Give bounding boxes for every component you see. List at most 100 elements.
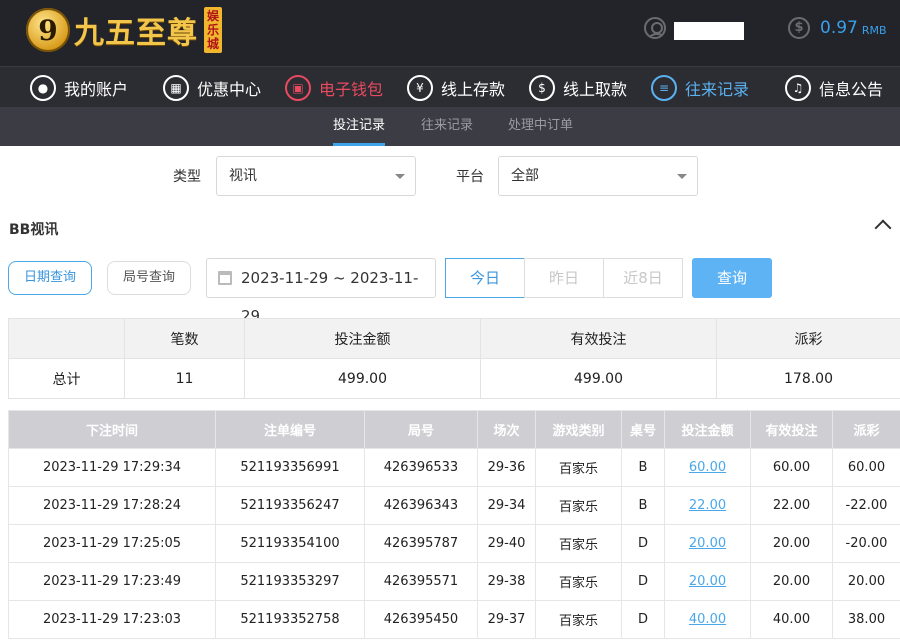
bet-time: 2023-11-29 17:23:49 [8, 562, 216, 601]
nav-label: 线上存款 [441, 79, 506, 99]
column-header[interactable]: 游戏类别 [535, 410, 622, 449]
nav-label: 电子钱包 [319, 79, 384, 99]
column-header[interactable]: 桌号 [621, 410, 665, 449]
nav-records[interactable]: ≡ 往来记录 [651, 67, 749, 108]
summary-cell: 499.00 [244, 358, 481, 399]
bet-id: 521193353297 [215, 562, 365, 601]
type-select-value: 视讯 [229, 168, 257, 184]
valid-bet: 40.00 [750, 600, 833, 639]
brand-logo[interactable]: 9 九五至尊 娱乐城 [26, 4, 222, 56]
deposit-icon: ¥ [407, 74, 433, 101]
session: 29-37 [477, 600, 536, 639]
nav-label: 信息公告 [819, 79, 884, 99]
user-icon [644, 17, 666, 39]
chevron-down-icon [677, 174, 687, 179]
gift-icon: ▦ [163, 74, 189, 101]
game-type: 百家乐 [535, 524, 622, 563]
bet-amount-link[interactable]: 20.00 [664, 562, 751, 601]
valid-bet: 22.00 [750, 486, 833, 525]
nav-announcements[interactable]: ♫ 信息公告 [785, 67, 883, 108]
column-header[interactable]: 有效投注 [750, 410, 833, 449]
nav-e-wallet[interactable]: ▣ 电子钱包 [285, 67, 383, 108]
platform-label: 平台 [456, 169, 484, 185]
summary-header [8, 318, 125, 359]
summary-header: 笔数 [124, 318, 245, 359]
bet-id: 521193352758 [215, 600, 365, 639]
valid-bet: 20.00 [750, 562, 833, 601]
bet-records-table: 下注时间 注单编号 局号 场次 游戏类别 桌号 投注金额 有效投注 派彩 202… [8, 410, 900, 639]
nav-my-account[interactable]: ● 我的账户 [30, 67, 128, 108]
session: 29-36 [477, 448, 536, 487]
table-row: 2023-11-29 17:28:24 521193356247 4263963… [8, 486, 900, 525]
table-row: 2023-11-29 17:29:34 521193356991 4263965… [8, 448, 900, 487]
nav-withdraw[interactable]: $ 线上取款 [529, 67, 627, 108]
round-id: 426395571 [364, 562, 478, 601]
table-no: D [621, 562, 665, 601]
nav-label: 往来记录 [685, 79, 750, 99]
nav-deposit[interactable]: ¥ 线上存款 [407, 67, 505, 108]
type-select[interactable]: 视讯 [216, 156, 416, 196]
payout: 60.00 [832, 448, 900, 487]
chevron-down-icon [395, 174, 405, 179]
sub-nav: 投注记录 往来记录 处理中订单 [0, 107, 900, 146]
bet-time: 2023-11-29 17:23:03 [8, 600, 216, 639]
tab-transaction-records[interactable]: 往来记录 [421, 107, 473, 146]
round-id: 426396533 [364, 448, 478, 487]
main-nav: ● 我的账户 ▦ 优惠中心 ▣ 电子钱包 ¥ 线上存款 $ 线上取款 ≡ 往来记… [0, 66, 900, 107]
round-id: 426395787 [364, 524, 478, 563]
table-no: B [621, 448, 665, 487]
balance-display: $ 0.97 RMB [788, 17, 887, 39]
query-button[interactable]: 查询 [692, 258, 772, 298]
date-query-tab[interactable]: 日期查询 [8, 261, 92, 295]
table-no: B [621, 486, 665, 525]
game-type: 百家乐 [535, 562, 622, 601]
summary-cell: 11 [124, 358, 245, 399]
bet-id: 521193356991 [215, 448, 365, 487]
payout: -22.00 [832, 486, 900, 525]
column-header[interactable]: 派彩 [832, 410, 900, 449]
nav-promotions[interactable]: ▦ 优惠中心 [163, 67, 261, 108]
yesterday-button[interactable]: 昨日 [524, 258, 604, 298]
last-8-days-button[interactable]: 近8日 [603, 258, 683, 298]
bet-time: 2023-11-29 17:29:34 [8, 448, 216, 487]
session: 29-34 [477, 486, 536, 525]
nav-label: 我的账户 [64, 79, 129, 99]
user-icon: ● [30, 74, 56, 101]
game-type: 百家乐 [535, 486, 622, 525]
date-range-input[interactable]: 2023-11-29 ~ 2023-11-29 [206, 258, 436, 325]
column-header[interactable]: 场次 [477, 410, 536, 449]
summary-cell: 178.00 [716, 358, 900, 399]
session: 29-40 [477, 524, 536, 563]
chevron-up-icon[interactable] [874, 219, 892, 237]
nav-label: 线上取款 [563, 79, 628, 99]
tab-bet-records[interactable]: 投注记录 [333, 107, 386, 146]
tab-pending-orders[interactable]: 处理中订单 [508, 107, 573, 146]
bet-time: 2023-11-29 17:28:24 [8, 486, 216, 525]
bet-amount-link[interactable]: 22.00 [664, 486, 751, 525]
bet-amount-link[interactable]: 40.00 [664, 600, 751, 639]
payout: -20.00 [832, 524, 900, 563]
bet-time: 2023-11-29 17:25:05 [8, 524, 216, 563]
wallet-icon: ▣ [285, 74, 311, 101]
today-button[interactable]: 今日 [445, 258, 525, 298]
game-type: 百家乐 [535, 600, 622, 639]
table-row: 2023-11-29 17:25:05 521193354100 4263957… [8, 524, 900, 563]
bell-icon: ♫ [785, 74, 811, 101]
column-header[interactable]: 下注时间 [8, 410, 216, 449]
bet-amount-link[interactable]: 20.00 [664, 524, 751, 563]
bet-id: 521193356247 [215, 486, 365, 525]
round-id: 426396343 [364, 486, 478, 525]
user-info[interactable] [644, 17, 744, 40]
bet-amount-link[interactable]: 60.00 [664, 448, 751, 487]
platform-select[interactable]: 全部 [498, 156, 698, 196]
round-query-tab[interactable]: 局号查询 [107, 261, 191, 295]
table-row: 2023-11-29 17:23:49 521193353297 4263955… [8, 562, 900, 601]
dollar-icon: $ [788, 17, 810, 39]
payout: 38.00 [832, 600, 900, 639]
session: 29-38 [477, 562, 536, 601]
column-header[interactable]: 投注金额 [664, 410, 751, 449]
summary-header: 有效投注 [480, 318, 717, 359]
column-header[interactable]: 局号 [364, 410, 478, 449]
type-label: 类型 [173, 169, 201, 185]
column-header[interactable]: 注单编号 [215, 410, 365, 449]
